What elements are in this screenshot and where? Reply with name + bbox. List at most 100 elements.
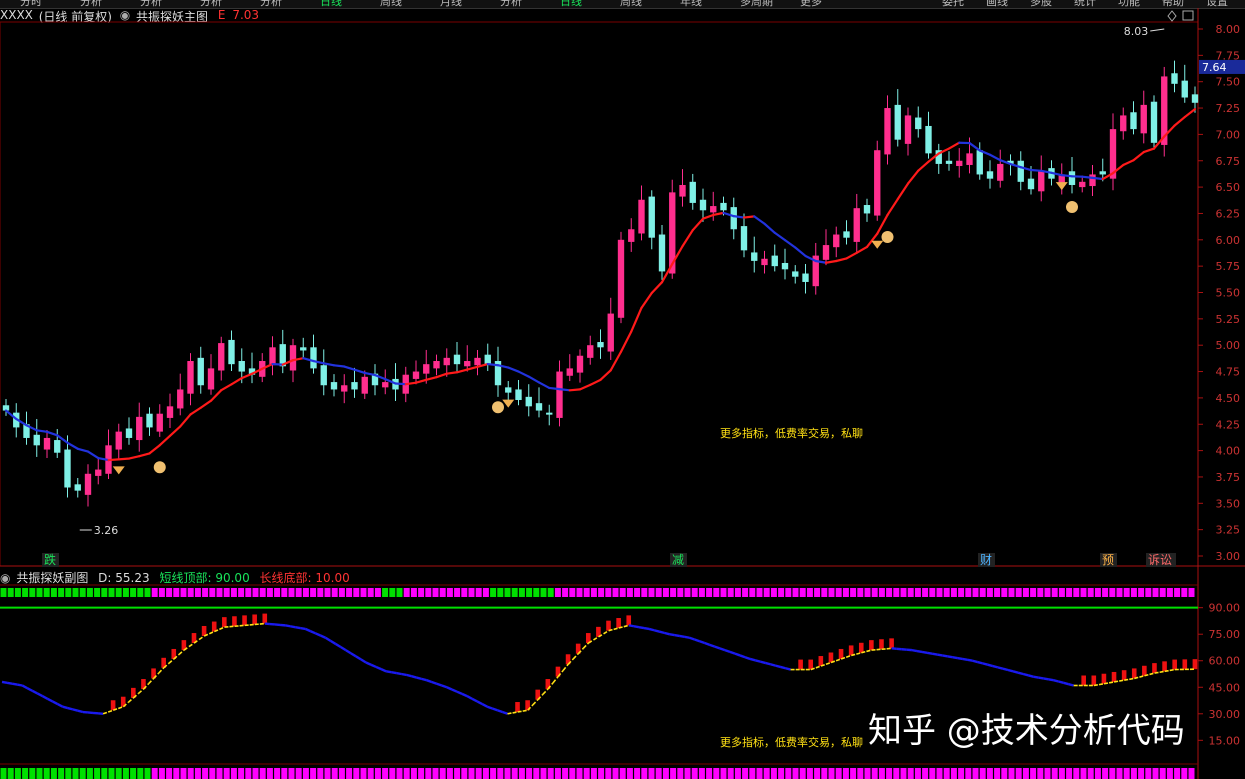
d-line-segment bbox=[512, 711, 518, 714]
diamond-signal-icon bbox=[502, 399, 515, 408]
signal-band-square bbox=[936, 768, 943, 779]
price-axis-label: 5.50 bbox=[1216, 287, 1241, 300]
signal-band-square bbox=[857, 768, 864, 779]
d-line-segment bbox=[314, 632, 321, 637]
signal-band-square bbox=[713, 588, 720, 597]
signal-band-square bbox=[562, 768, 569, 779]
d-line-segment bbox=[724, 648, 731, 654]
signal-band-square bbox=[655, 588, 662, 597]
d-line-segment bbox=[1098, 682, 1105, 686]
candle-body bbox=[146, 413, 153, 428]
signal-band-square bbox=[720, 588, 727, 597]
signal-band-square bbox=[554, 768, 561, 779]
signal-band-square bbox=[461, 588, 468, 597]
d-line-segment bbox=[178, 649, 185, 656]
signal-band-square bbox=[50, 588, 57, 597]
d-line-segment bbox=[507, 712, 513, 715]
signal-band-square bbox=[950, 588, 957, 597]
signal-band-square bbox=[828, 588, 835, 597]
signal-band-square bbox=[806, 588, 813, 597]
d-line-segment bbox=[1063, 681, 1069, 686]
signal-band-square bbox=[929, 588, 936, 597]
signal-band-square bbox=[533, 768, 540, 779]
window-restore-icon bbox=[1182, 10, 1194, 21]
d-line-segment bbox=[1154, 671, 1160, 674]
price-axis-label: 4.25 bbox=[1216, 418, 1241, 431]
moving-average-line bbox=[558, 388, 571, 392]
candle-body bbox=[658, 234, 666, 272]
signal-band-square bbox=[706, 588, 713, 597]
signal-band-square bbox=[454, 768, 461, 779]
d-line-segment bbox=[406, 673, 412, 678]
d-line-segment bbox=[1113, 680, 1120, 683]
d-line-segment bbox=[168, 658, 175, 664]
signal-band-square bbox=[598, 588, 605, 597]
chart-canvas[interactable]: 8.007.757.507.257.006.756.506.256.005.75… bbox=[0, 0, 1245, 779]
signal-band-square bbox=[533, 588, 540, 597]
moving-average-line bbox=[1183, 108, 1197, 119]
d-line-segment bbox=[628, 624, 635, 628]
signal-band-square bbox=[187, 768, 194, 779]
signal-band-square bbox=[1066, 768, 1073, 779]
signal-band-square bbox=[245, 588, 252, 597]
signal-band-square bbox=[418, 768, 425, 779]
d-line-segment bbox=[324, 636, 332, 642]
candle-body bbox=[156, 413, 163, 432]
signal-band-square bbox=[878, 588, 885, 597]
signal-band-square bbox=[994, 588, 1001, 597]
signal-band-square bbox=[259, 768, 266, 779]
d-line-segment bbox=[416, 676, 422, 681]
signal-band-square bbox=[886, 588, 893, 597]
d-line-segment bbox=[916, 649, 923, 654]
moving-average-line bbox=[681, 229, 694, 248]
rising-bar bbox=[232, 616, 237, 627]
signal-band-square bbox=[158, 588, 165, 597]
candle-body bbox=[95, 469, 102, 476]
d-line-segment bbox=[1058, 680, 1064, 685]
moving-average-line bbox=[45, 430, 59, 437]
d-line-segment bbox=[987, 663, 994, 668]
signal-band-square bbox=[850, 768, 857, 779]
d-line-segment bbox=[542, 688, 549, 695]
signal-band-square bbox=[799, 768, 806, 779]
signal-band-square bbox=[29, 768, 36, 779]
d-line-segment bbox=[977, 660, 983, 665]
d-line-segment bbox=[684, 635, 690, 639]
main-panel-frame bbox=[0, 21, 1199, 567]
candle-body bbox=[607, 313, 614, 352]
candle-body bbox=[628, 229, 635, 242]
moving-average-line bbox=[917, 160, 930, 172]
d-line-segment bbox=[188, 642, 195, 648]
rising-bar bbox=[262, 613, 268, 624]
signal-band-square bbox=[972, 768, 979, 779]
moving-average-line bbox=[835, 257, 848, 263]
moving-average-line bbox=[507, 366, 520, 373]
d-line-segment bbox=[835, 658, 842, 662]
price-axis-label: 3.00 bbox=[1216, 550, 1241, 563]
signal-band-square bbox=[158, 768, 165, 779]
signal-band-square bbox=[950, 768, 957, 779]
d-line-segment bbox=[198, 635, 205, 641]
signal-band-square bbox=[274, 768, 281, 779]
signal-band-square bbox=[958, 588, 965, 597]
d-line-segment bbox=[77, 709, 84, 714]
d-line-segment bbox=[62, 705, 69, 710]
signal-band-square bbox=[324, 768, 331, 779]
signal-band-square bbox=[418, 588, 425, 597]
d-line-segment bbox=[411, 675, 417, 679]
candle-body bbox=[166, 406, 174, 418]
price-axis-label: 3.50 bbox=[1216, 497, 1241, 510]
candle-body bbox=[894, 104, 901, 140]
d-line-segment bbox=[1164, 669, 1170, 673]
d-line-segment bbox=[643, 626, 650, 631]
candle-body bbox=[330, 382, 338, 390]
signal-band-square bbox=[324, 588, 331, 597]
d-line-segment bbox=[385, 670, 392, 674]
signal-band-square bbox=[454, 588, 461, 597]
candle-body bbox=[1099, 171, 1106, 175]
signal-band-square bbox=[166, 588, 173, 597]
moving-average-line bbox=[773, 231, 787, 242]
candle-body bbox=[566, 368, 573, 376]
signal-band-square bbox=[662, 768, 669, 779]
diamond-toggle-icon bbox=[1167, 10, 1177, 22]
